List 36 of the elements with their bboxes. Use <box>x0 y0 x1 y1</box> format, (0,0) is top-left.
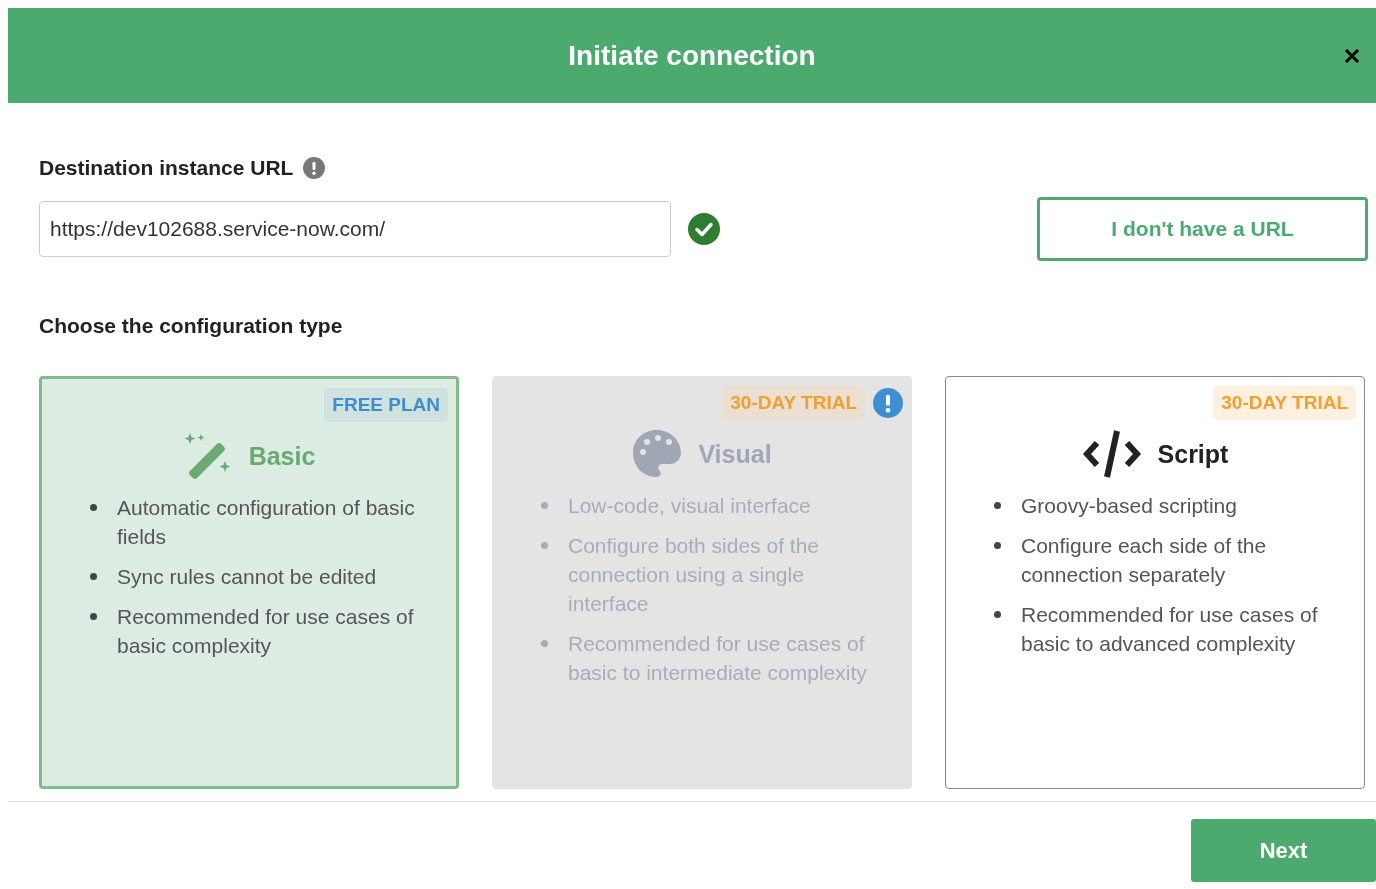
card-title: Basic <box>248 441 316 471</box>
card-title: Visual <box>698 439 772 469</box>
bullet-icon <box>541 502 548 509</box>
feature-text: Recommended for use cases of basic to intermediate complexity <box>568 631 868 686</box>
card-title: Script <box>1157 439 1229 469</box>
bullet-icon <box>541 542 548 549</box>
feature-text: Recommended for use cases of basic to advanced complexity <box>1021 602 1319 657</box>
plan-badge: 30-DAY TRIAL <box>722 386 865 420</box>
bullet-icon <box>994 502 1001 509</box>
plan-badge: 30-DAY TRIAL <box>1213 386 1356 420</box>
config-heading: Choose the configuration type <box>39 314 344 338</box>
palette-icon <box>632 429 683 479</box>
feature-text: Groovy-based scripting <box>1021 493 1237 519</box>
config-card[interactable]: 30-DAY TRIAL Script Groovy-based scripting Configure each side of the connection separately Recommended for use cases of basic to advanced complexity <box>945 376 1365 789</box>
feature-text: Low-code, visual interface <box>568 493 811 519</box>
config-card[interactable]: FREE PLAN Basic Automatic configuration of basic fields Sync rules cannot be edited Recommended for use cases of basic complexity <box>39 376 459 789</box>
url-label: Destination instance URL <box>39 156 294 180</box>
plan-badge: FREE PLAN <box>324 388 448 422</box>
bullet-icon <box>90 613 97 620</box>
feature-text: Configure both sides of the connection using a single interface <box>568 533 820 617</box>
bullet-icon <box>994 542 1001 549</box>
dialog-title: Initiate connection <box>568 39 816 72</box>
bullet-icon <box>541 640 548 647</box>
feature-text: Recommended for use cases of basic complexity <box>117 604 415 659</box>
feature-text: Configure each side of the connection separately <box>1021 533 1268 588</box>
bullet-icon <box>994 611 1001 618</box>
close-icon <box>1344 48 1360 64</box>
info-icon <box>303 157 326 179</box>
bullet-icon <box>90 573 97 580</box>
feature-text: Automatic configuration of basic fields <box>117 495 416 550</box>
magic-wand-icon <box>182 431 233 481</box>
close-button[interactable] <box>1344 48 1360 64</box>
feature-text: Sync rules cannot be edited <box>117 564 377 590</box>
bullet-icon <box>90 504 97 511</box>
code-icon <box>1081 429 1142 479</box>
url-input-field[interactable]: https://dev102688.service-now.com/ <box>39 201 671 257</box>
